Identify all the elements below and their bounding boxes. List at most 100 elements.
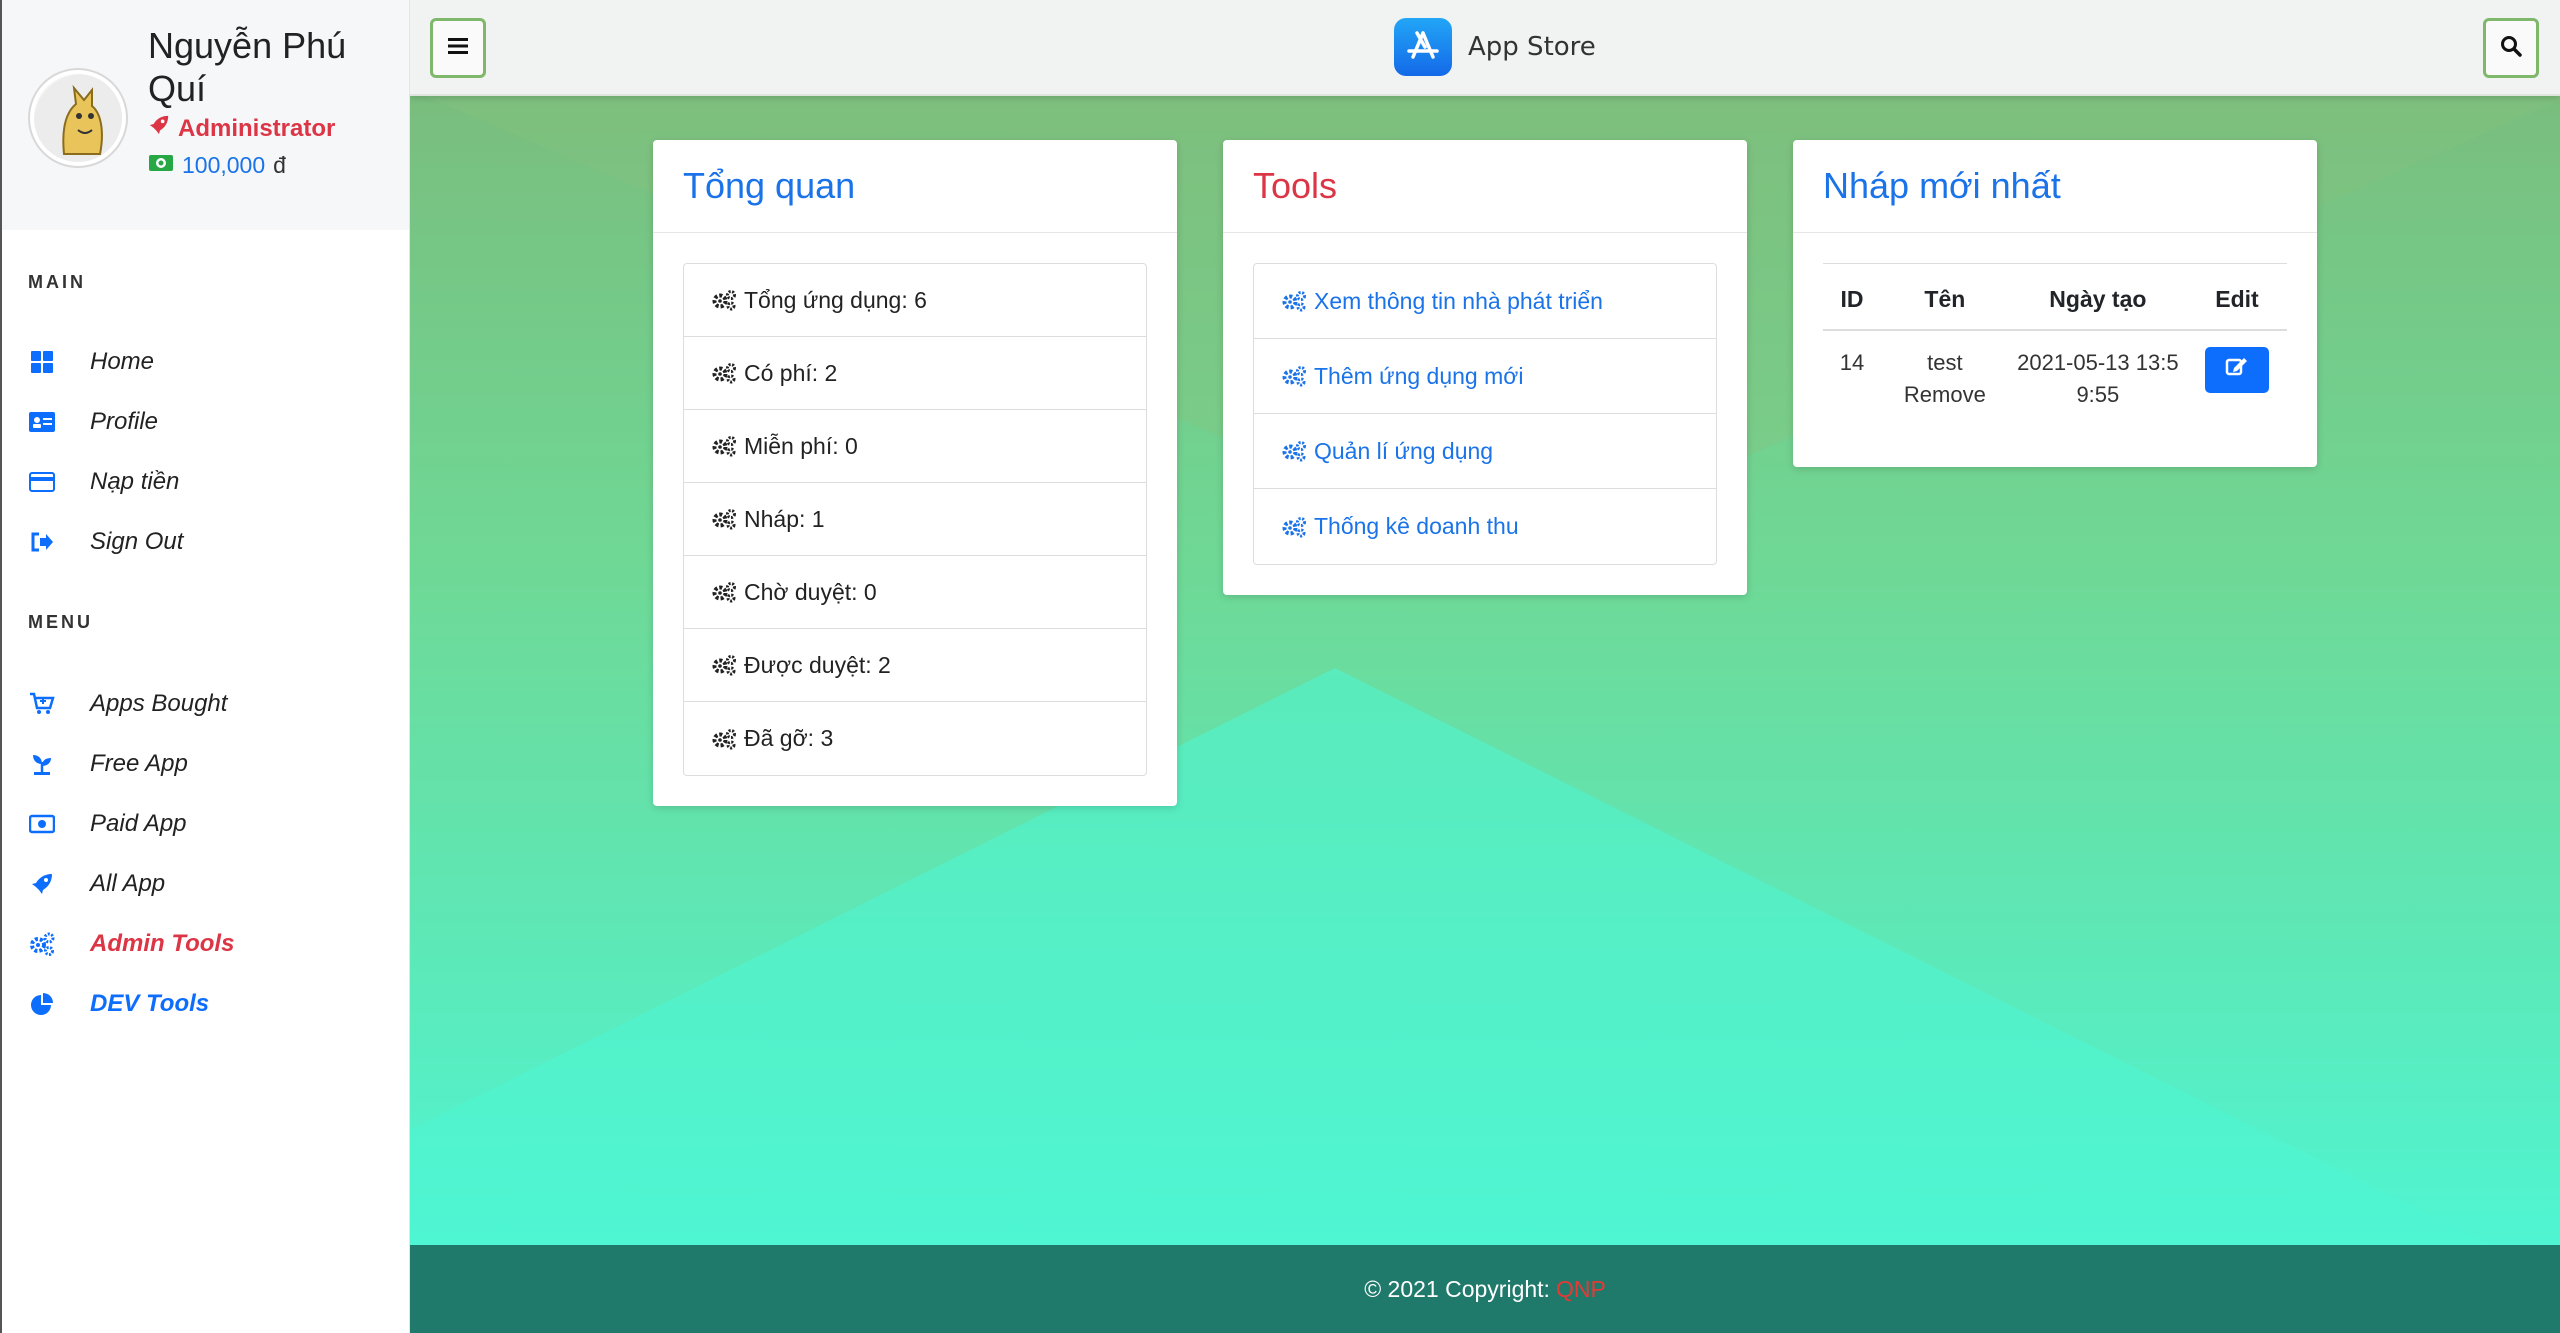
profile-balance: 100,000 đ — [148, 152, 286, 179]
avatar[interactable] — [30, 70, 126, 166]
sidebar-item-home[interactable]: Home — [28, 342, 154, 382]
overview-item-label: Nháp: 1 — [744, 505, 825, 532]
tool-revenue-stats-link[interactable]: Thống kê doanh thu — [1254, 489, 1716, 564]
hamburger-icon — [448, 37, 468, 60]
tool-label: Xem thông tin nhà phát triển — [1314, 287, 1603, 314]
balance-value: 100,000 — [182, 152, 266, 178]
cogs-icon — [712, 654, 738, 676]
sidebar-item-paid-app[interactable]: Paid App — [28, 804, 187, 844]
sidebar-item-dev-tools[interactable]: DEV Tools — [28, 984, 209, 1024]
cogs-icon — [712, 728, 738, 750]
main-area: App Store Tổng quan Tổng ứng dụng: 6 Có … — [410, 0, 2560, 1333]
sign-out-icon — [28, 528, 56, 556]
cart-icon — [28, 690, 56, 718]
sidebar-item-label: Home — [90, 348, 155, 375]
search-icon — [2500, 35, 2522, 62]
grid-icon — [28, 348, 56, 376]
drafts-card: Nháp mới nhất ID Tên Ngày tạo Edit 14 te… — [1793, 140, 2317, 467]
overview-item-label: Được duyệt: 2 — [744, 651, 891, 678]
sidebar-item-all-app[interactable]: All App — [28, 864, 165, 904]
table-header-row: ID Tên Ngày tạo Edit — [1823, 263, 2287, 331]
cogs-icon — [28, 930, 56, 958]
seedling-icon — [28, 750, 56, 778]
sidebar-item-label: Admin Tools — [90, 930, 235, 957]
sidebar-item-admin-tools[interactable]: Admin Tools — [28, 924, 234, 964]
overview-item-draft: Nháp: 1 — [684, 483, 1146, 556]
app-store-logo-icon — [1394, 18, 1452, 76]
profile-panel: Nguyễn Phú Quí Administrator 100,000 đ — [2, 0, 409, 230]
menu-toggle-button[interactable] — [430, 18, 486, 78]
sidebar-item-apps-bought[interactable]: Apps Bought — [28, 684, 227, 724]
col-edit: Edit — [2187, 263, 2287, 331]
col-name: Tên — [1881, 263, 2009, 331]
overview-item-pending: Chờ duyệt: 0 — [684, 556, 1146, 629]
rocket-icon — [148, 114, 170, 143]
id-card-icon — [28, 408, 56, 436]
footer-brand-link[interactable]: QNP — [1556, 1276, 1606, 1303]
cogs-icon — [712, 289, 738, 311]
section-main-title: MAIN — [28, 272, 86, 292]
sidebar-item-free-app[interactable]: Free App — [28, 744, 188, 784]
footer-copyright: © 2021 Copyright: — [1364, 1275, 1550, 1302]
overview-item-removed: Đã gỡ: 3 — [684, 702, 1146, 775]
rocket-icon — [28, 870, 56, 898]
cell-name: test Remove — [1903, 350, 1986, 407]
drafts-title: Nháp mới nhất — [1793, 140, 2317, 233]
tool-label: Thống kê doanh thu — [1314, 513, 1519, 539]
overview-title: Tổng quan — [653, 140, 1177, 233]
money-bill-icon — [28, 810, 56, 838]
tools-list: Xem thông tin nhà phát triển Thêm ứng dụ… — [1253, 263, 1717, 565]
cogs-icon — [712, 581, 738, 603]
role-label: Administrator — [178, 114, 336, 142]
cogs-icon — [712, 508, 738, 530]
tools-title: Tools — [1223, 140, 1747, 233]
overview-list: Tổng ứng dụng: 6 Có phí: 2 Miễn phí: 0 N… — [683, 263, 1147, 776]
tool-manage-apps-link[interactable]: Quản lí ứng dụng — [1254, 414, 1716, 489]
overview-item-paid: Có phí: 2 — [684, 337, 1146, 410]
edit-icon — [2225, 354, 2249, 386]
cell-edit — [2187, 330, 2287, 427]
sidebar-item-sign-out[interactable]: Sign Out — [28, 522, 183, 562]
cogs-icon — [712, 362, 738, 384]
overview-item-label: Có phí: 2 — [744, 359, 838, 386]
sidebar-item-label: Apps Bought — [90, 690, 228, 717]
col-id: ID — [1823, 263, 1881, 331]
cell-created: 2021-05-13 13:59:55 — [2017, 350, 2179, 407]
overview-item-label: Miễn phí: 0 — [744, 432, 858, 459]
table-row: 14 test Remove 2021-05-13 13:59:55 — [1823, 330, 2287, 427]
cogs-icon — [1282, 440, 1308, 462]
sidebar-item-label: Nạp tiền — [90, 468, 180, 495]
tool-developer-info-link[interactable]: Xem thông tin nhà phát triển — [1254, 264, 1716, 339]
sidebar-item-nap-tien[interactable]: Nạp tiền — [28, 462, 179, 502]
money-bill-icon — [148, 152, 174, 179]
sidebar-item-label: Sign Out — [90, 528, 184, 555]
sidebar-item-profile[interactable]: Profile — [28, 402, 158, 442]
overview-item-free: Miễn phí: 0 — [684, 410, 1146, 483]
tools-card: Tools Xem thông tin nhà phát triển Thêm … — [1223, 140, 1747, 595]
search-button[interactable] — [2483, 18, 2539, 78]
sidebar: Nguyễn Phú Quí Administrator 100,000 đ M… — [0, 0, 410, 1333]
overview-item-label: Tổng ứng dụng: 6 — [744, 286, 927, 313]
drafts-table: ID Tên Ngày tạo Edit 14 test Remove 2021… — [1823, 263, 2287, 427]
cell-id: 14 — [1839, 350, 1865, 375]
tool-add-app-link[interactable]: Thêm ứng dụng mới — [1254, 339, 1716, 414]
cogs-icon — [1282, 516, 1308, 538]
profile-name: Nguyễn Phú Quí — [148, 25, 347, 109]
sidebar-item-label: DEV Tools — [90, 990, 210, 1017]
overview-item-approved: Được duyệt: 2 — [684, 629, 1146, 702]
profile-role: Administrator — [148, 114, 335, 143]
edit-button[interactable] — [2205, 347, 2269, 393]
brand[interactable]: App Store — [1394, 18, 1596, 76]
sidebar-item-label: Paid App — [90, 810, 187, 837]
footer: © 2021 Copyright: QNP — [410, 1245, 2560, 1333]
sidebar-item-label: All App — [90, 870, 166, 897]
top-navbar: App Store — [410, 0, 2560, 96]
balance-currency: đ — [273, 152, 286, 178]
col-created: Ngày tạo — [2008, 263, 2187, 331]
overview-card: Tổng quan Tổng ứng dụng: 6 Có phí: 2 Miễ… — [653, 140, 1177, 806]
brand-name: App Store — [1468, 32, 1596, 62]
cogs-icon — [712, 435, 738, 457]
sidebar-item-label: Profile — [90, 408, 159, 435]
tool-label: Quản lí ứng dụng — [1314, 437, 1494, 464]
overview-item-label: Chờ duyệt: 0 — [744, 578, 877, 605]
